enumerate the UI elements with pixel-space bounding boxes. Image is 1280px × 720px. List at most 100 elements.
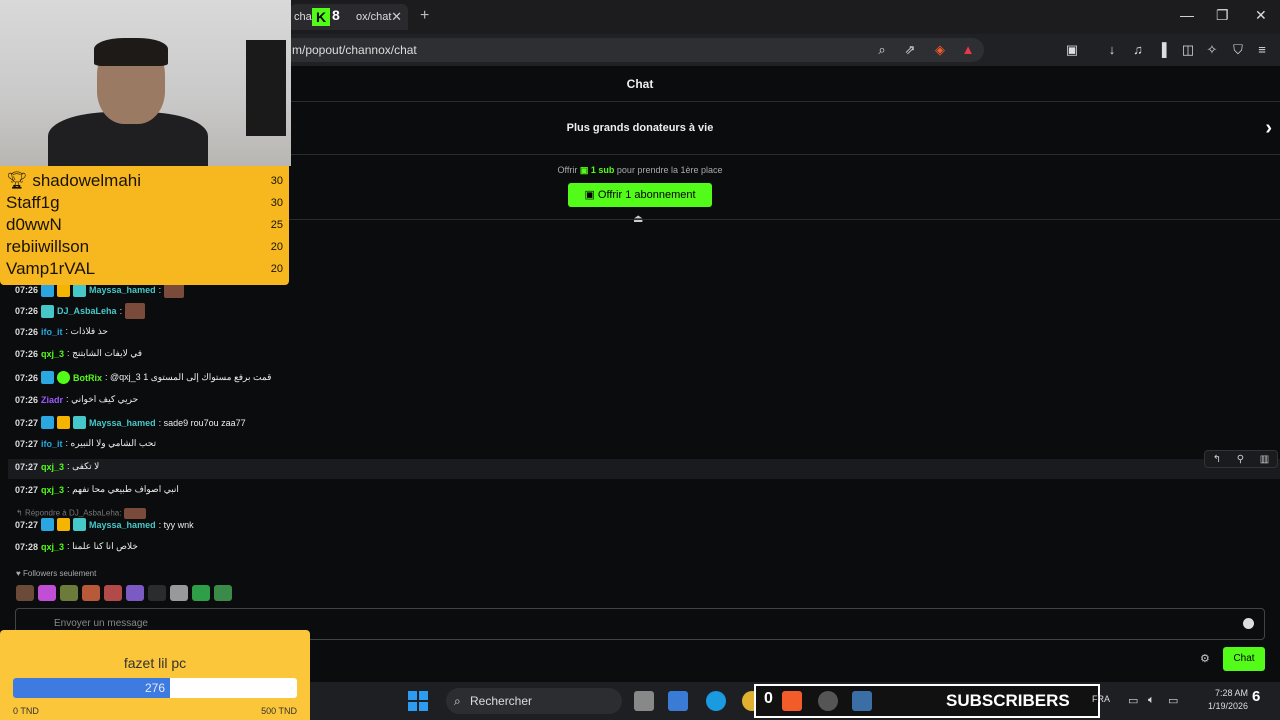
browser-tab[interactable]: chann K 8 ox/chat ✕ (290, 4, 408, 30)
chat-message[interactable]: 07:27 qxj_3: لا تكفى (15, 461, 99, 472)
clock-date: 1/19/2026 (1208, 701, 1249, 711)
message-username[interactable]: Mayssa_hamed (89, 520, 156, 530)
chat-message[interactable]: 07:26 BotRix: @qxj_3 قمت برفع مستواك إلى … (15, 371, 271, 384)
reply-indicator: ↰ Répondre à DJ_AsbaLeha: (16, 508, 146, 519)
leaderboard-row: Staff1g 30 (6, 192, 283, 214)
brave-rewards-icon[interactable]: ▲ (960, 42, 976, 58)
message-username[interactable]: qxj_3 (41, 542, 64, 552)
subscribers-count: 0 (764, 690, 773, 707)
message-username[interactable]: ifo_it (41, 327, 63, 337)
message-username[interactable]: qxj_3 (41, 349, 64, 359)
battery-icon[interactable]: ▭ (1168, 694, 1178, 707)
notification-count[interactable]: 6 (1252, 688, 1260, 705)
message-text: : @qxj_3 قمت برفع مستواك إلى المستوى 1 (105, 372, 272, 382)
emoji-icon[interactable] (1243, 618, 1254, 629)
send-chat-button[interactable]: Chat (1223, 647, 1265, 671)
emote[interactable] (214, 585, 232, 601)
search-icon: ⌕ (454, 694, 461, 708)
chat-message[interactable]: 07:26 ifo_it: حذ فلاذات (15, 326, 108, 337)
leaderboard-row: Vamp1rVAL 20 (6, 258, 283, 280)
emote[interactable] (126, 585, 144, 601)
emote-bar (16, 585, 232, 601)
message-time: 07:27 (15, 461, 39, 472)
share-icon[interactable]: ⇗ (902, 42, 918, 58)
chevron-right-icon[interactable]: › (1265, 103, 1272, 153)
message-username[interactable]: Mayssa_hamed (89, 418, 156, 428)
chat-message[interactable]: 07:27 ifo_it: تحب الشامي ولا النبيره (15, 438, 156, 449)
emote[interactable] (16, 585, 34, 601)
new-tab-button[interactable]: + (420, 7, 429, 25)
brave-icon[interactable] (782, 691, 802, 711)
message-text: : لا تكفى (67, 461, 100, 471)
leaderboard-name-text: shadowelmahi (32, 171, 142, 190)
emote[interactable] (104, 585, 122, 601)
message-username[interactable]: BotRix (73, 373, 102, 383)
message-username[interactable]: Ziadr (41, 395, 63, 405)
message-username[interactable]: DJ_AsbaLeha (57, 306, 117, 316)
pin-icon[interactable]: ⚲ (1237, 454, 1244, 465)
message-time: 07:26 (15, 326, 39, 337)
user-badge-icon (57, 518, 71, 531)
close-window-button[interactable]: ✕ (1255, 7, 1267, 24)
message-time: 07:26 (15, 348, 39, 359)
message-username[interactable]: Mayssa_hamed (89, 285, 156, 295)
obs-icon[interactable] (818, 691, 838, 711)
user-badge-icon (41, 416, 55, 429)
screenshot-icon[interactable]: ▣ (1064, 42, 1080, 58)
edge-icon[interactable] (706, 691, 726, 711)
volume-icon[interactable]: 🔈︎ (1148, 694, 1155, 707)
message-text: : في لايفات الشابتنج (67, 348, 143, 358)
message-username[interactable]: ifo_it (41, 439, 63, 449)
message-text: : تحب الشامي ولا النبيره (65, 438, 157, 448)
clock[interactable]: 7:28 AM 1/19/2026 (1208, 687, 1248, 713)
gift-icon: ▣ (584, 189, 595, 201)
tab-title-prefix: chann (294, 11, 312, 23)
chat-message[interactable]: 07:28 qxj_3: خلاص انا كنا علمنا (15, 541, 138, 552)
app-icon[interactable] (852, 691, 872, 711)
leaderboard-value: 25 (270, 219, 283, 231)
user-badge-icon (73, 518, 87, 531)
app-icon[interactable] (668, 691, 688, 711)
delete-icon[interactable]: ▥ (1260, 454, 1269, 465)
maximize-button[interactable]: ❐ (1216, 7, 1229, 24)
file-explorer-icon[interactable] (634, 691, 654, 711)
chat-message[interactable]: 07:26 qxj_3: في لايفات الشابتنج (15, 348, 142, 359)
tab-close-icon[interactable]: ✕ (391, 9, 402, 25)
emote[interactable] (60, 585, 78, 601)
sidebar-icon[interactable]: ▐ (1154, 42, 1170, 58)
chat-message[interactable]: 07:27 Mayssa_hamed: sade9 rou7ou zaa77 (15, 416, 246, 429)
emote[interactable] (148, 585, 166, 601)
network-icon[interactable]: ▭ (1128, 694, 1138, 707)
emote[interactable] (170, 585, 188, 601)
zoom-icon[interactable]: ⌕ (874, 42, 890, 58)
message-text: : sade9 rou7ou zaa77 (158, 417, 246, 428)
taskbar-search[interactable]: ⌕ Rechercher (446, 688, 622, 714)
vpn-icon[interactable]: ⛉ (1230, 42, 1246, 58)
emote[interactable] (38, 585, 56, 601)
language-indicator[interactable]: FRA (1092, 694, 1110, 704)
chat-message[interactable]: 07:26 DJ_AsbaLeha: (15, 303, 146, 319)
settings-gear-icon[interactable]: ⚙ (1200, 652, 1210, 665)
chat-message[interactable]: 07:27 Mayssa_hamed: tyy wnk (15, 518, 194, 531)
followers-only-label: Followers seulement (22, 569, 97, 578)
emote[interactable] (82, 585, 100, 601)
reply-icon[interactable]: ↰ (1213, 454, 1221, 465)
minimize-button[interactable]: — (1180, 7, 1194, 23)
leo-ai-icon[interactable]: ✧ (1204, 42, 1220, 58)
download-icon[interactable]: ↓ (1104, 42, 1120, 58)
gift-sub-button[interactable]: ▣ Offrir 1 abonnement (568, 183, 712, 207)
chat-message[interactable]: 07:27 qxj_3: انبي اصواف طبيعي محا نفهم (15, 484, 179, 495)
message-text: : خلاص انا كنا علمنا (67, 541, 138, 551)
media-icon[interactable]: ♫ (1130, 42, 1146, 58)
chat-message[interactable]: 07:26 Ziadr: حريي كيف اخواني (15, 394, 138, 405)
message-time: 07:26 (15, 372, 39, 383)
leaderboard-name: Staff1g (6, 193, 60, 212)
webcam-headset (94, 38, 168, 66)
wallet-icon[interactable]: ◫ (1180, 42, 1196, 58)
message-username[interactable]: qxj_3 (41, 462, 64, 472)
windows-start-icon[interactable] (408, 691, 428, 711)
emote[interactable] (192, 585, 210, 601)
brave-shields-icon[interactable]: ◈ (932, 42, 948, 58)
menu-icon[interactable]: ≡ (1254, 42, 1270, 58)
message-username[interactable]: qxj_3 (41, 485, 64, 495)
